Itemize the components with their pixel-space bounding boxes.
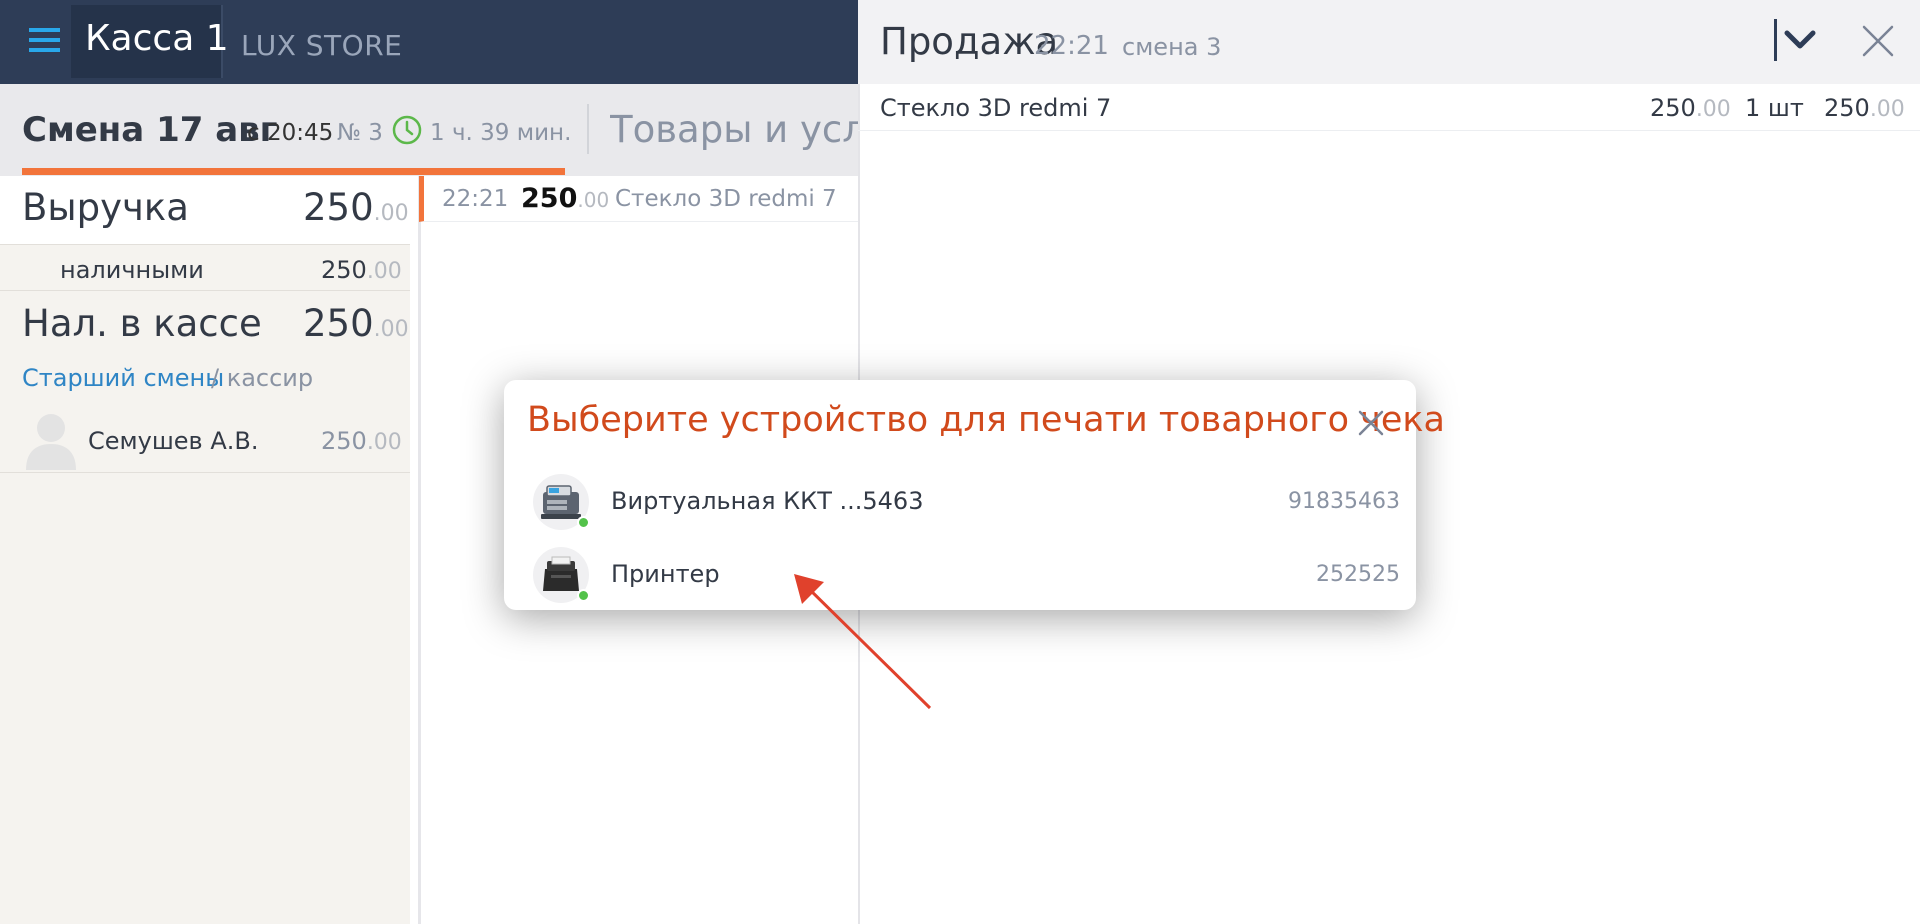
sale-shift: смена 3 — [1122, 33, 1222, 61]
online-status-dot — [577, 589, 590, 602]
close-icon[interactable] — [1357, 409, 1385, 437]
summary-divider — [0, 290, 410, 291]
receipt-item-name: Стекло 3D redmi 7 — [615, 186, 837, 212]
online-status-dot — [577, 516, 590, 529]
cash-amount: 250.00 — [321, 256, 402, 284]
active-tab-indicator — [22, 168, 565, 175]
employee-cents: .00 — [366, 430, 402, 455]
sale-item-total: 250.00 — [1824, 94, 1905, 122]
receipt-amount: 250.00 — [521, 183, 609, 214]
sale-item-price-value: 250 — [1650, 94, 1696, 122]
sale-item-name: Стекло 3D redmi 7 — [880, 94, 1112, 122]
cash-in-till-amount: 250.00 — [303, 302, 409, 345]
sale-item-price-cents: .00 — [1695, 97, 1731, 122]
revenue-cents: .00 — [373, 201, 409, 226]
sale-time: 22:21 — [1034, 31, 1109, 61]
employee-value: 250 — [321, 427, 367, 455]
employee-divider — [0, 472, 410, 473]
device-option-printer[interactable]: Принтер 252525 — [530, 541, 1400, 607]
revenue-label: Выручка — [22, 186, 189, 229]
shift-number: № 3 — [337, 120, 383, 146]
chevron-down-icon[interactable] — [1771, 17, 1819, 63]
cash-cents: .00 — [366, 259, 402, 284]
cash-label: наличными — [60, 256, 204, 284]
sale-title: Продажа — [880, 20, 1059, 63]
cash-in-till-label: Нал. в кассе — [22, 302, 262, 345]
employee-name[interactable]: Семушев А.В. — [88, 427, 258, 455]
cash-in-till-value: 250 — [303, 302, 374, 345]
shift-duration: 1 ч. 39 мин. — [430, 120, 572, 146]
register-title: Касса 1 — [85, 18, 229, 59]
header-divider — [587, 104, 589, 154]
senior-shift-link[interactable]: Старший смены — [22, 364, 224, 392]
close-icon[interactable] — [1861, 24, 1895, 58]
tab-goods-services[interactable]: Товары и услуги — [610, 108, 858, 151]
cash-value: 250 — [321, 256, 367, 284]
device-name: Принтер — [611, 560, 720, 588]
shift-start-time: с 20:45 — [247, 120, 334, 146]
device-serial: 252525 — [1316, 562, 1400, 587]
shift-title[interactable]: Смена 17 авг — [22, 110, 277, 150]
sale-item-total-value: 250 — [1824, 94, 1870, 122]
menu-icon[interactable] — [29, 28, 60, 52]
device-name: Виртуальная ККТ ...5463 — [611, 487, 924, 515]
sale-item-qty: 1 шт — [1745, 94, 1804, 122]
receipt-value: 250 — [521, 183, 578, 214]
clock-icon — [392, 115, 422, 145]
revenue-amount: 250.00 — [303, 186, 409, 229]
cash-in-till-cents: .00 — [373, 317, 409, 342]
device-option-kkt[interactable]: Виртуальная ККТ ...5463 91835463 — [530, 468, 1400, 534]
receipt-cents: .00 — [577, 188, 610, 212]
avatar-icon — [26, 414, 76, 470]
cashier-label: / кассир — [211, 364, 314, 392]
employee-amount: 250.00 — [321, 427, 402, 455]
revenue-value: 250 — [303, 186, 374, 229]
store-name: LUX STORE — [241, 29, 403, 62]
receipt-time: 22:21 — [442, 186, 509, 212]
shift-summary-panel — [0, 176, 410, 924]
dialog-title: Выберите устройство для печати товарного… — [527, 400, 1445, 440]
sale-item-total-cents: .00 — [1869, 97, 1905, 122]
device-serial: 91835463 — [1288, 489, 1400, 514]
sale-item-price: 250.00 — [1650, 94, 1731, 122]
